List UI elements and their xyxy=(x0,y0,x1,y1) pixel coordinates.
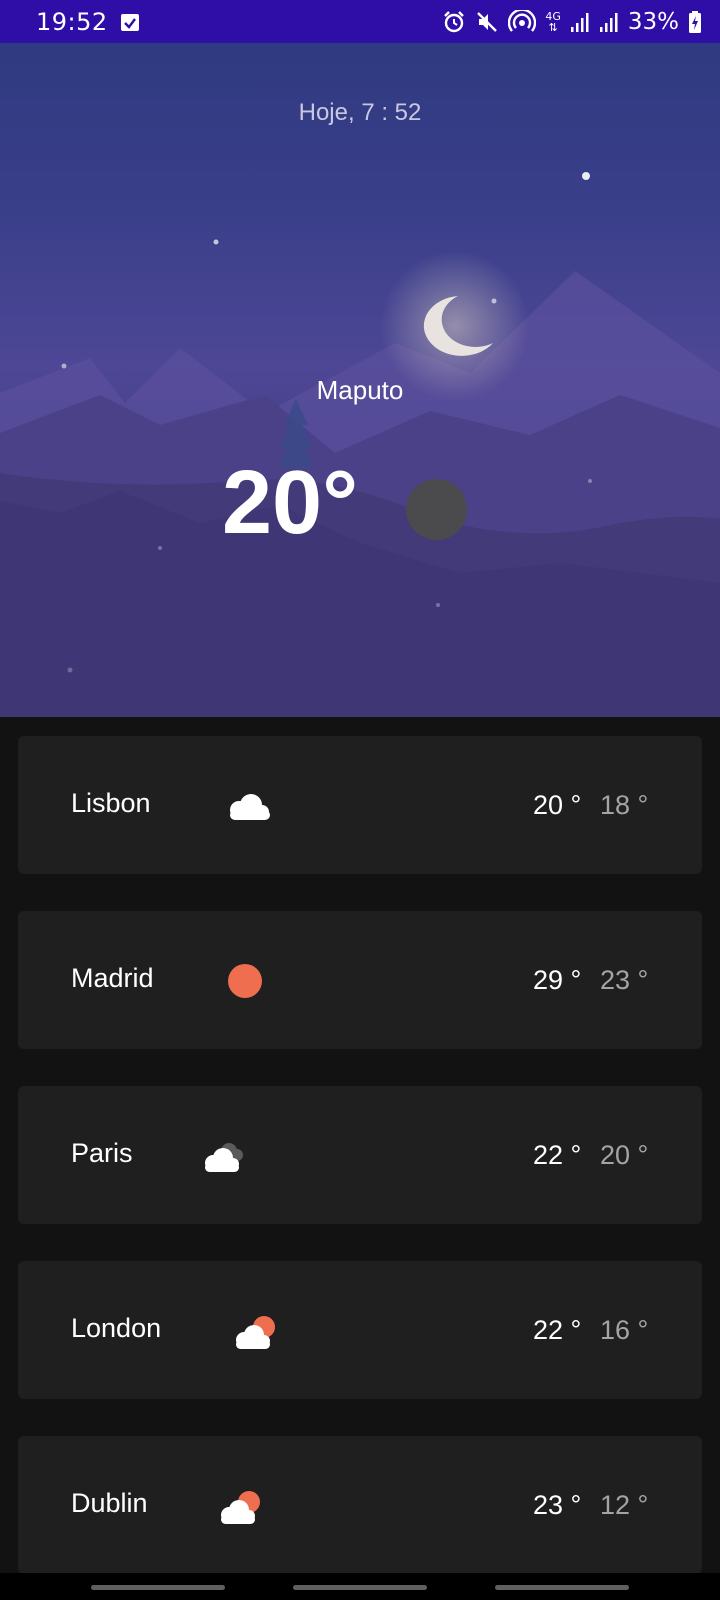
city-name: Dublin xyxy=(71,1488,148,1518)
city-card-madrid[interactable]: Madrid 29 ° 23 ° xyxy=(18,911,702,1049)
temperature-high: 22 ° xyxy=(533,1140,582,1170)
temperature-low: 16 ° xyxy=(600,1315,649,1345)
current-temperature: 20° xyxy=(222,453,359,553)
temperature-high: 20 ° xyxy=(533,790,582,820)
status-time: 19:52 xyxy=(36,7,108,36)
partly-cloudy-icon xyxy=(221,1491,260,1524)
city-name: Madrid xyxy=(71,963,154,993)
night-icon xyxy=(406,479,467,540)
city-name: London xyxy=(71,1313,162,1343)
signal-icon xyxy=(599,11,619,33)
city-card-lisbon[interactable]: Lisbon 20 ° 18 ° xyxy=(18,736,702,874)
temperature-high: 29 ° xyxy=(533,965,582,995)
current-date-time: Hoje, 7 : 52 xyxy=(298,99,422,126)
status-bar: 19:52 4G ⇅ 33% xyxy=(0,0,720,43)
nav-back-handle[interactable] xyxy=(495,1585,629,1590)
mute-icon xyxy=(475,10,499,34)
city-card-dublin[interactable]: Dublin 23 ° 12 ° xyxy=(18,1436,702,1574)
nav-recents-handle[interactable] xyxy=(91,1585,225,1590)
city-card-paris[interactable]: Paris 22 ° 20 ° xyxy=(18,1086,702,1224)
temperature-low: 23 ° xyxy=(600,965,649,995)
temperature-high: 22 ° xyxy=(533,1315,582,1345)
nav-home-handle[interactable] xyxy=(293,1585,427,1590)
clouds-icon xyxy=(205,1143,243,1172)
temperature-low: 18 ° xyxy=(600,790,649,820)
navigation-bar xyxy=(0,1573,720,1600)
current-weather-hero: Hoje, 7 : 52 Maputo 20° xyxy=(0,43,720,717)
hotspot-icon xyxy=(508,9,537,34)
partly-cloudy-icon xyxy=(236,1316,275,1349)
city-name: Lisbon xyxy=(71,788,151,818)
cloud-icon xyxy=(230,794,270,820)
sun-icon xyxy=(228,964,262,998)
calendar-check-icon xyxy=(120,12,140,32)
battery-charging-icon xyxy=(688,10,702,34)
current-city-name: Maputo xyxy=(316,375,404,405)
temperature-high: 23 ° xyxy=(533,1490,582,1520)
network-4g-label: 4G ⇅ xyxy=(545,9,561,34)
temperature-low: 20 ° xyxy=(600,1140,649,1170)
city-name: Paris xyxy=(71,1138,133,1168)
battery-level: 33% xyxy=(627,8,679,35)
alarm-icon xyxy=(442,10,466,34)
temperature-low: 12 ° xyxy=(600,1490,649,1520)
signal-icon xyxy=(570,11,590,33)
city-card-london[interactable]: London 22 ° 16 ° xyxy=(18,1261,702,1399)
